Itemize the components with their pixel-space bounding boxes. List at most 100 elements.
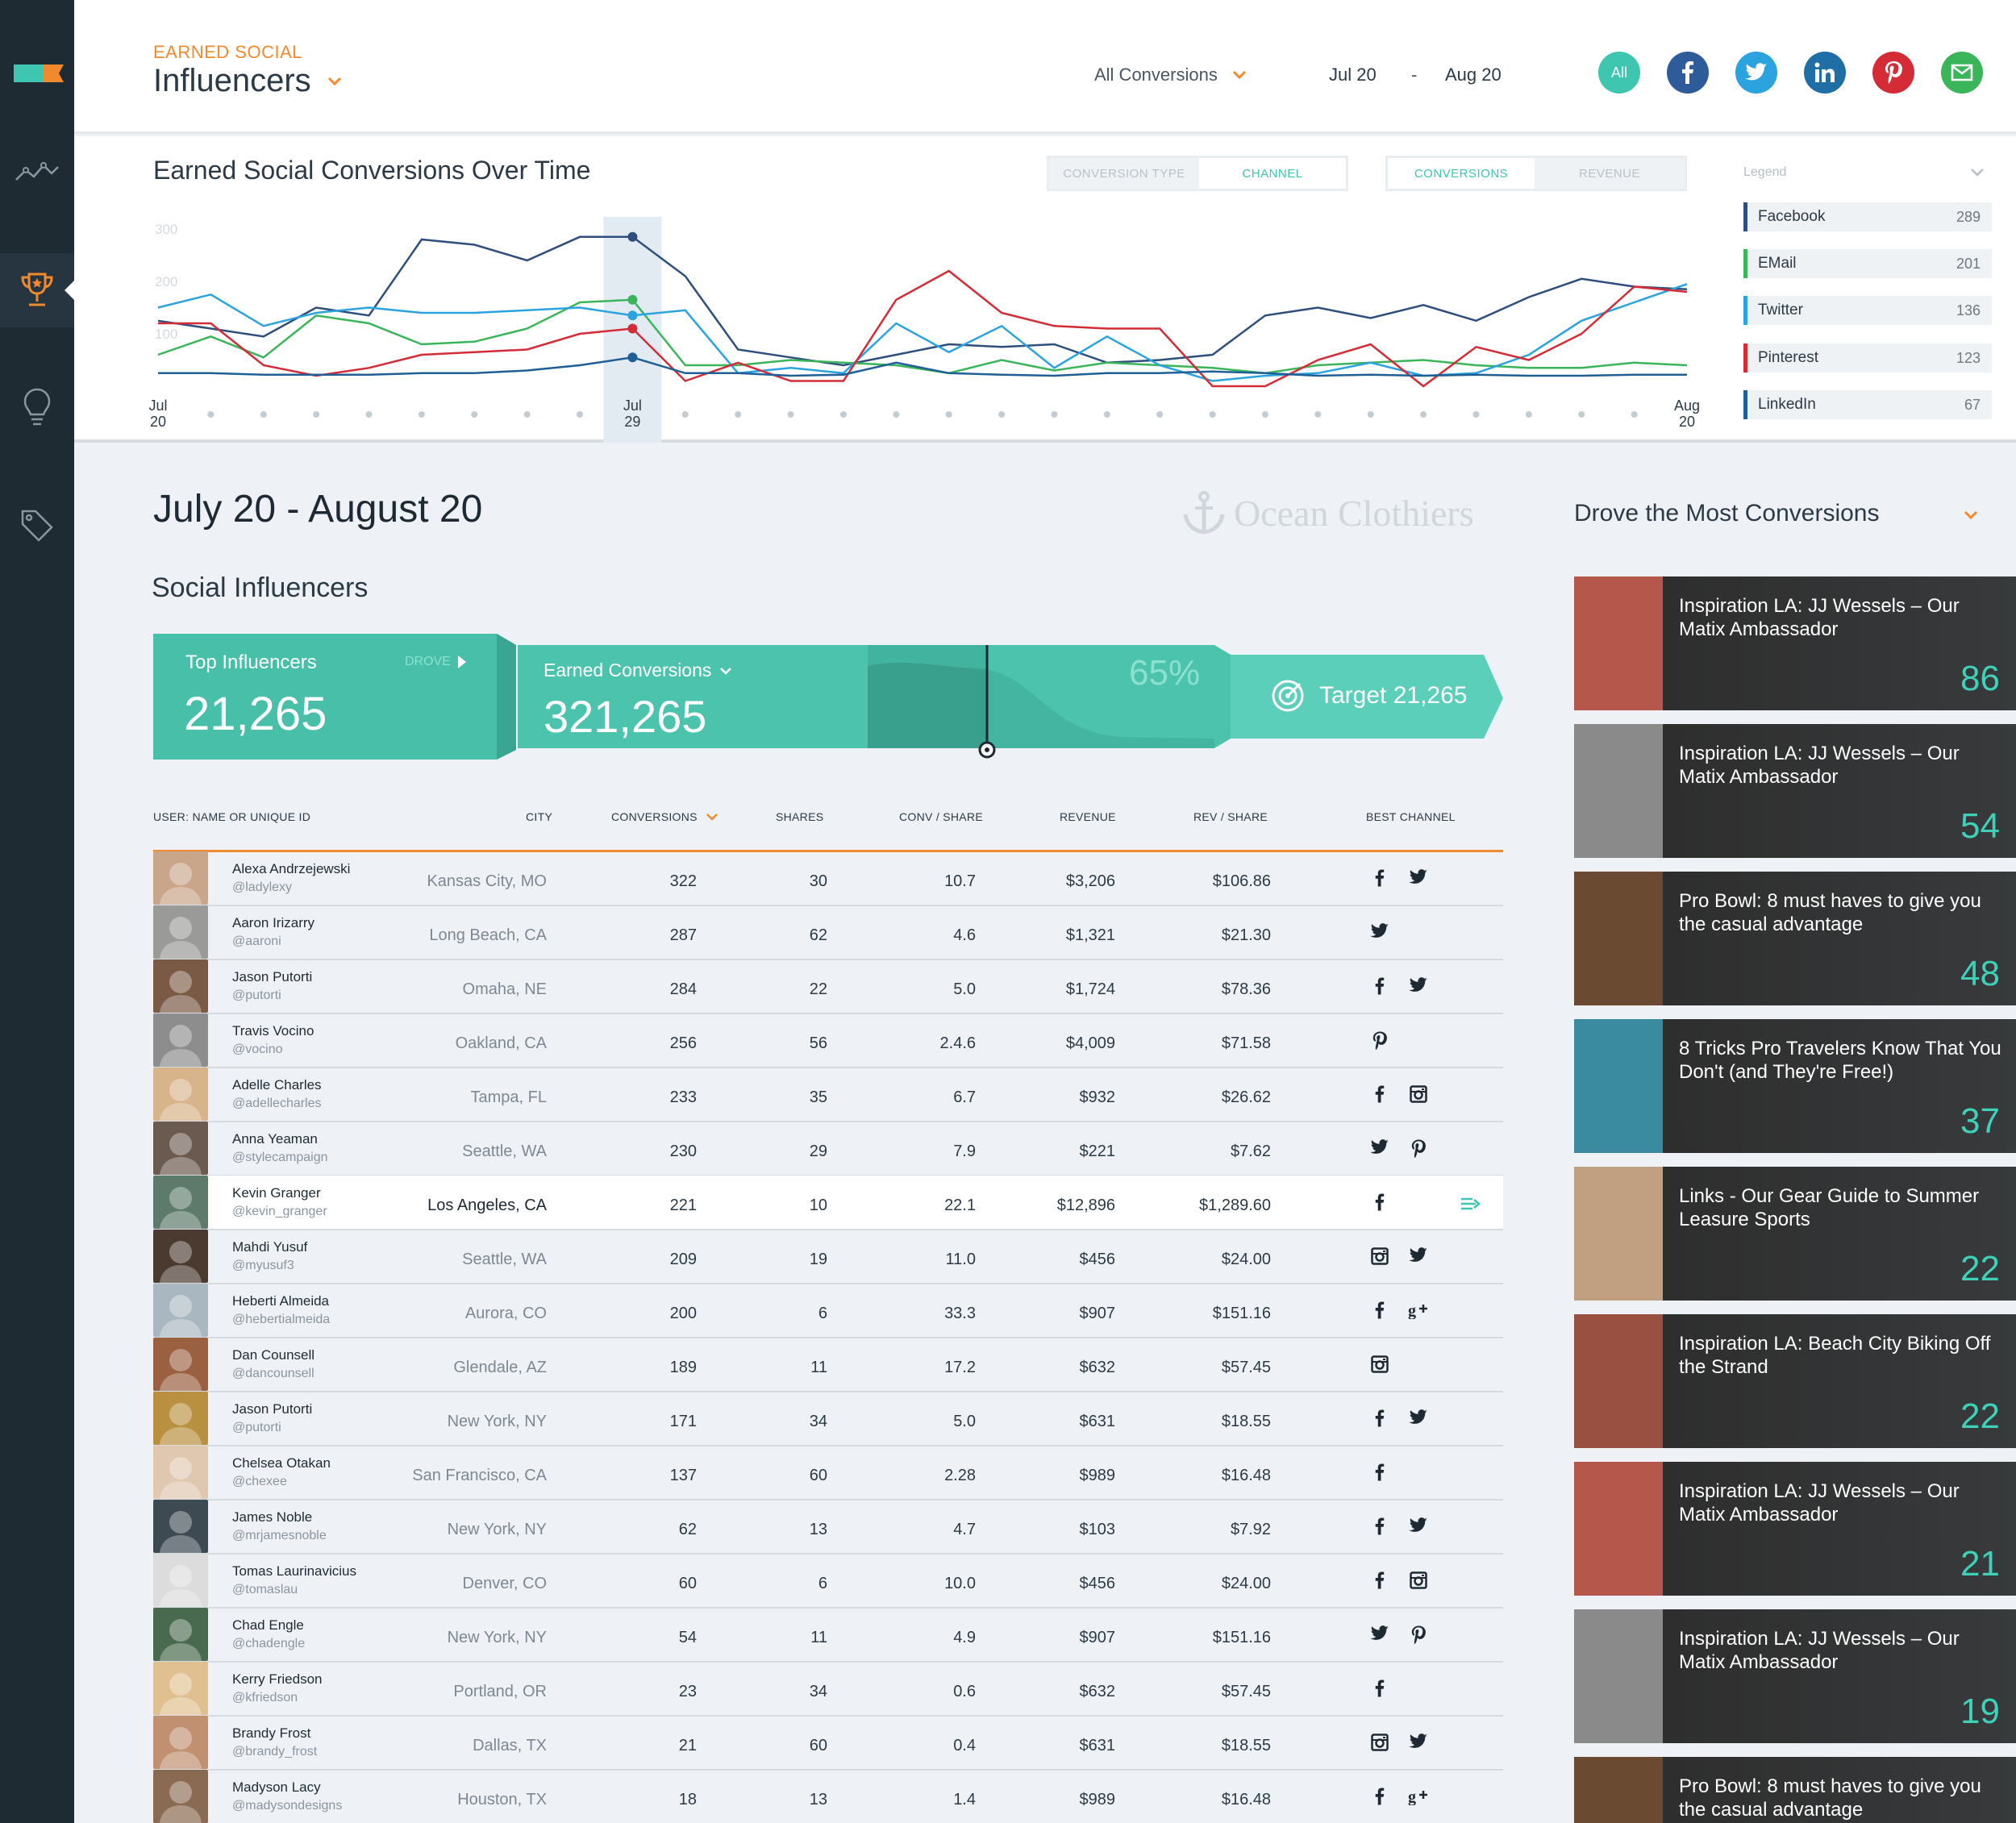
user-name[interactable]: Madyson Lacy <box>232 1779 321 1796</box>
chevron-down-icon[interactable] <box>1231 69 1248 81</box>
details-arrow-icon[interactable] <box>1461 1197 1481 1211</box>
avatar[interactable] <box>153 1122 208 1175</box>
table-row[interactable]: Anna Yeaman @stylecampaign Seattle, WA 230 2… <box>153 1122 1503 1176</box>
app-logo[interactable] <box>14 61 64 85</box>
channel-facebook[interactable] <box>1369 1301 1390 1319</box>
channel-twitter[interactable] <box>1369 1139 1390 1159</box>
user-name[interactable]: Mahdi Yusuf <box>232 1239 307 1255</box>
col-city[interactable]: CITY <box>526 810 552 823</box>
table-row[interactable]: Jason Putorti @putorti Omaha, NE 284 22 5.0 $1… <box>153 959 1503 1014</box>
user-name[interactable]: Kerry Friedson <box>232 1671 322 1688</box>
channel-twitter[interactable] <box>1408 1517 1429 1535</box>
channel-all-button[interactable]: All <box>1598 52 1640 94</box>
channel-pinterest[interactable] <box>1408 1625 1429 1645</box>
user-handle[interactable]: @adellecharles <box>232 1097 322 1111</box>
user-handle[interactable]: @vocino <box>232 1043 283 1057</box>
user-handle[interactable]: @madysondesigns <box>232 1799 342 1813</box>
content-card[interactable]: Inspiration LA: JJ Wessels – Our Matix A… <box>1574 1609 2016 1743</box>
user-name[interactable]: Jason Putorti <box>232 969 312 985</box>
col-revenue[interactable]: REVENUE <box>1060 810 1116 823</box>
user-handle[interactable]: @kevin_granger <box>232 1205 327 1219</box>
user-handle[interactable]: @chadengle <box>232 1637 305 1651</box>
content-card[interactable]: Inspiration LA: Beach City Biking Off th… <box>1574 1314 2016 1448</box>
channel-instagram[interactable] <box>1369 1355 1390 1373</box>
col-user[interactable]: USER: NAME OR UNIQUE ID <box>153 810 310 823</box>
table-row[interactable]: James Noble @mrjamesnoble New York, NY 62 13… <box>153 1500 1503 1555</box>
series-line-email[interactable] <box>157 298 1688 375</box>
avatar[interactable] <box>153 905 208 959</box>
content-card[interactable]: Inspiration LA: JJ Wessels – Our Matix A… <box>1574 1462 2016 1596</box>
drove-link[interactable]: DROVE <box>405 655 467 669</box>
user-handle[interactable]: @ladylexy <box>232 880 292 895</box>
channel-twitter[interactable] <box>1408 1409 1429 1427</box>
legend-item-linkedin[interactable]: LinkedIn 67 <box>1743 390 1992 419</box>
channel-facebook[interactable] <box>1369 1463 1390 1481</box>
channel-facebook[interactable] <box>1369 869 1390 887</box>
content-card[interactable]: Pro Bowl: 8 must haves to give you the c… <box>1574 872 2016 1005</box>
avatar[interactable] <box>153 1446 208 1499</box>
table-row[interactable]: Alexa Andrzejewski @ladylexy Kansas City, … <box>153 851 1503 906</box>
table-row[interactable]: Chelsea Otakan @chexee San Francisco, CA 13… <box>153 1446 1503 1500</box>
avatar[interactable] <box>153 851 208 905</box>
channel-twitter[interactable] <box>1369 1625 1390 1645</box>
user-name[interactable]: Anna Yeaman <box>232 1131 318 1147</box>
table-row[interactable]: Heberti Almeida @hebertialmeida Aurora, CO… <box>153 1284 1503 1338</box>
channel-googleplus[interactable]: g <box>1408 1788 1429 1805</box>
user-handle[interactable]: @myusuf3 <box>232 1259 294 1273</box>
content-card[interactable]: Inspiration LA: JJ Wessels – Our Matix A… <box>1574 576 2016 710</box>
table-row[interactable]: Travis Vocino @vocino Oakland, CA 256 56 2.4.… <box>153 1013 1503 1068</box>
avatar[interactable] <box>153 959 208 1013</box>
earned-conversions-dropdown[interactable]: Earned Conversions <box>544 660 732 681</box>
channel-facebook[interactable] <box>1369 1788 1390 1805</box>
progress-marker[interactable] <box>977 740 997 760</box>
user-handle[interactable]: @hebertialmeida <box>232 1313 330 1327</box>
avatar[interactable] <box>153 1068 208 1121</box>
content-card[interactable]: Inspiration LA: JJ Wessels – Our Matix A… <box>1574 724 2016 858</box>
date-from[interactable]: Jul 20 <box>1329 65 1377 85</box>
user-handle[interactable]: @putorti <box>232 988 281 1003</box>
user-name[interactable]: Tomas Laurinavicius <box>232 1563 356 1580</box>
col-conv-share[interactable]: CONV / SHARE <box>899 810 983 823</box>
conversion-filter[interactable]: All Conversions <box>1094 65 1218 85</box>
col-shares[interactable]: SHARES <box>776 810 823 823</box>
avatar[interactable] <box>153 1230 208 1283</box>
legend-item-pinterest[interactable]: Pinterest 123 <box>1743 343 1992 373</box>
table-row[interactable]: Adelle Charles @adellecharles Tampa, FL 233… <box>153 1068 1503 1122</box>
nav-trends[interactable] <box>0 135 74 210</box>
series-line-facebook[interactable] <box>157 235 1688 367</box>
table-row[interactable]: Aaron Irizarry @aaroni Long Beach, CA 287 62… <box>153 905 1503 960</box>
table-row[interactable]: Chad Engle @chadengle New York, NY 54 11 4.9 $… <box>153 1608 1503 1663</box>
table-row[interactable]: Kerry Friedson @kfriedson Portland, OR 23 34… <box>153 1662 1503 1717</box>
avatar[interactable] <box>153 1662 208 1715</box>
table-row[interactable]: Mahdi Yusuf @myusuf3 Seattle, WA 209 19 11.0 $… <box>153 1230 1503 1284</box>
col-best-channel[interactable]: BEST CHANNEL <box>1366 810 1456 823</box>
user-name[interactable]: Aaron Irizarry <box>232 915 314 931</box>
nav-ideas[interactable] <box>0 371 74 445</box>
col-rev-share[interactable]: REV / SHARE <box>1193 810 1268 823</box>
table-row[interactable]: Tomas Laurinavicius @tomaslau Denver, CO 60… <box>153 1554 1503 1609</box>
content-card[interactable]: Pro Bowl: 8 must haves to give you the c… <box>1574 1757 2016 1823</box>
user-name[interactable]: Jason Putorti <box>232 1401 312 1417</box>
channel-instagram[interactable] <box>1369 1734 1390 1751</box>
user-handle[interactable]: @chexee <box>232 1475 287 1489</box>
avatar[interactable] <box>153 1284 208 1337</box>
date-to[interactable]: Aug 20 <box>1445 65 1502 85</box>
user-handle[interactable]: @brandy_frost <box>232 1745 317 1759</box>
nav-influencers[interactable] <box>0 253 74 327</box>
content-card[interactable]: Links - Our Gear Guide to Summer Leasure… <box>1574 1167 2016 1301</box>
user-handle[interactable]: @stylecampaign <box>232 1151 328 1165</box>
user-handle[interactable]: @aaroni <box>232 934 281 949</box>
channel-twitter[interactable] <box>1408 1734 1429 1751</box>
user-name[interactable]: Heberti Almeida <box>232 1293 329 1309</box>
avatar[interactable] <box>153 1176 208 1229</box>
avatar[interactable] <box>153 1608 208 1661</box>
avatar[interactable] <box>153 1554 208 1607</box>
table-row[interactable]: Madyson Lacy @madysondesigns Houston, TX 18… <box>153 1770 1503 1823</box>
user-handle[interactable]: @dancounsell <box>232 1367 314 1381</box>
table-row[interactable]: Jason Putorti @putorti New York, NY 171 34 5.… <box>153 1392 1503 1446</box>
avatar[interactable] <box>153 1013 208 1067</box>
user-handle[interactable]: @kfriedson <box>232 1691 298 1705</box>
avatar[interactable] <box>153 1338 208 1391</box>
channel-facebook[interactable] <box>1369 977 1390 995</box>
chevron-down-icon[interactable] <box>327 76 343 87</box>
